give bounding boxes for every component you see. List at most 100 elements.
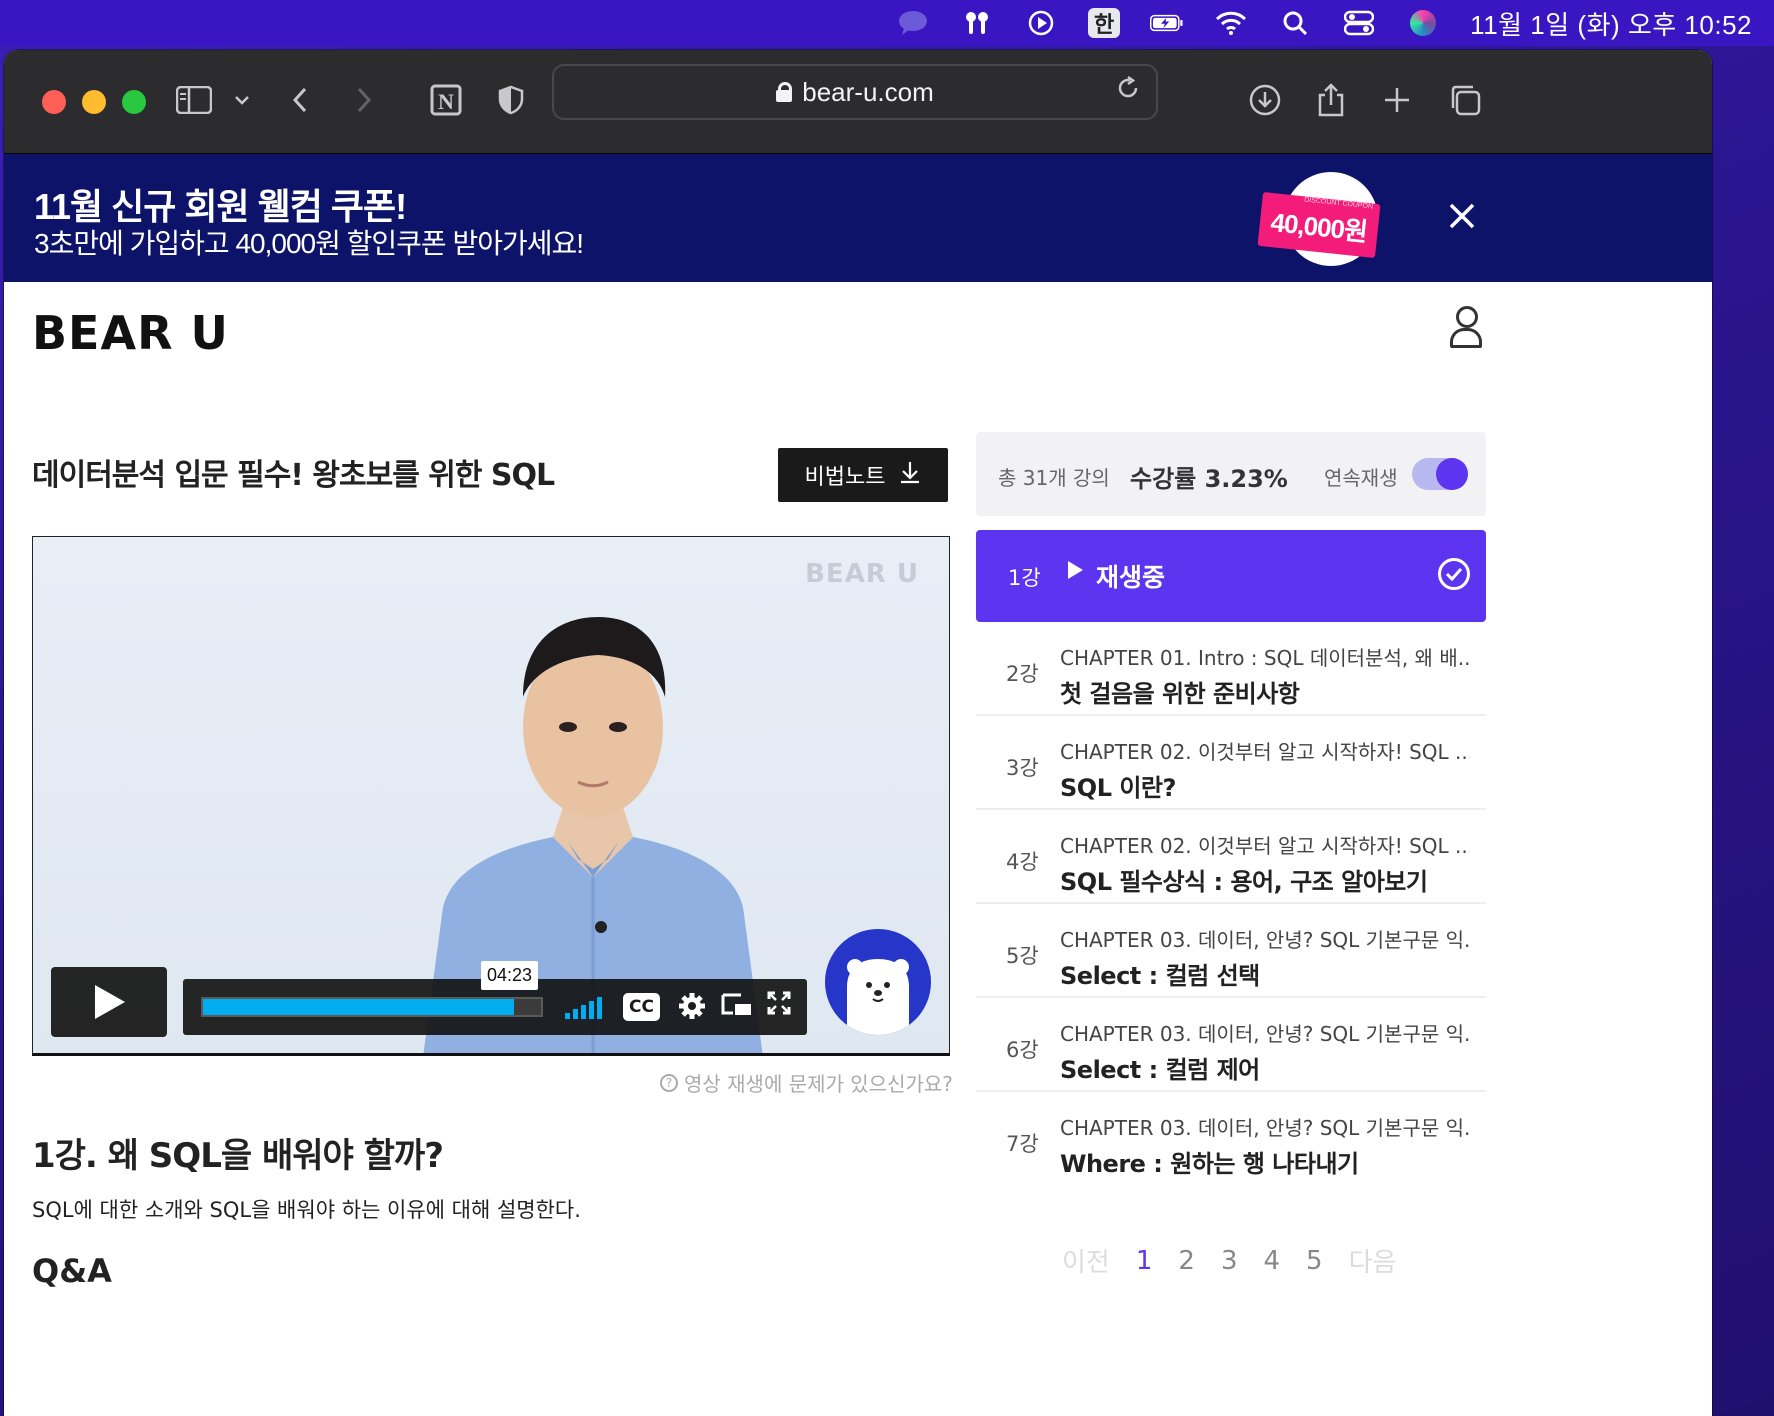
address-bar[interactable]: bear-u.com xyxy=(552,64,1158,120)
lesson-name: SQL 이란? xyxy=(1060,774,1176,802)
lesson-name: SQL 필수상식 : 용어, 구조 알아보기 xyxy=(1060,868,1428,896)
browser-window: N bear-u.com 11월 신규 회원 웰컴 쿠폰! 3초만에 가입하고 … xyxy=(4,50,1712,1416)
playback-issue-link[interactable]: ? 영상 재생에 문제가 있으신가요? xyxy=(660,1068,953,1097)
svg-text:N: N xyxy=(438,89,454,114)
chat-icon[interactable] xyxy=(896,8,930,38)
site-logo[interactable]: BEAR U xyxy=(32,306,229,360)
reload-icon[interactable] xyxy=(1116,75,1140,107)
lesson-chapter: CHAPTER 02. 이것부터 알고 시작하자! SQL ... xyxy=(1060,740,1470,764)
chevron-down-icon[interactable] xyxy=(230,72,254,128)
page-content: BEAR U 데이터분석 입문 필수! 왕초보를 위한 SQL 비법노트 BEA… xyxy=(4,282,1512,1416)
lesson-title: 1강. 왜 SQL을 배워야 할까? xyxy=(32,1136,444,1176)
autoplay-toggle[interactable] xyxy=(1412,458,1468,490)
promo-banner[interactable]: 11월 신규 회원 웰컴 쿠폰! 3초만에 가입하고 40,000원 할인쿠폰 … xyxy=(4,154,1712,282)
lesson-description: SQL에 대한 소개와 SQL을 배워야 하는 이유에 대해 설명한다. xyxy=(32,1198,581,1222)
time-tooltip: 04:23 xyxy=(481,961,539,990)
lesson-number: 7강 xyxy=(1006,1132,1039,1156)
lesson-number: 4강 xyxy=(1006,850,1039,874)
check-icon xyxy=(1438,558,1470,590)
browser-toolbar: N bear-u.com xyxy=(4,50,1712,154)
note-button-label: 비법노트 xyxy=(804,465,886,490)
new-tab-icon[interactable] xyxy=(1382,72,1412,128)
lesson-item[interactable]: 3강 CHAPTER 02. 이것부터 알고 시작하자! SQL ... SQL… xyxy=(976,716,1486,810)
note-download-button[interactable]: 비법노트 xyxy=(778,448,948,502)
lesson-item[interactable]: 2강 CHAPTER 01. Intro : SQL 데이터분석, 왜 배...… xyxy=(976,622,1486,716)
lesson-item[interactable]: 7강 CHAPTER 03. 데이터, 안녕? SQL 기본구문 익... Wh… xyxy=(976,1092,1486,1186)
play-circle-icon[interactable] xyxy=(1024,8,1058,38)
volume-icon[interactable] xyxy=(565,995,602,1019)
shield-icon[interactable] xyxy=(496,72,526,128)
notion-icon[interactable]: N xyxy=(428,72,464,128)
course-title: 데이터분석 입문 필수! 왕초보를 위한 SQL xyxy=(32,458,555,493)
minimize-window-button[interactable] xyxy=(82,90,106,114)
lesson-chapter: CHAPTER 01. Intro : SQL 데이터분석, 왜 배... xyxy=(1060,646,1470,670)
control-center-icon[interactable] xyxy=(1342,8,1376,38)
airpods-icon[interactable] xyxy=(960,8,994,38)
video-watermark: BEAR U xyxy=(805,559,919,589)
siri-icon[interactable] xyxy=(1406,8,1440,38)
lesson-name: Select : 컬럼 선택 xyxy=(1060,962,1260,990)
video-controls: 04:23 CC xyxy=(183,961,807,1035)
play-button[interactable] xyxy=(51,967,167,1037)
tab-overview-icon[interactable] xyxy=(1448,72,1482,128)
pagination-page[interactable]: 5 xyxy=(1306,1246,1323,1276)
sidebar-toggle-icon[interactable] xyxy=(174,72,214,128)
lesson-number: 2강 xyxy=(1006,662,1039,686)
fullscreen-icon[interactable] xyxy=(767,991,791,1022)
pagination: 이전 1 2 3 4 5 다음 xyxy=(1062,1242,1396,1279)
downloads-icon[interactable] xyxy=(1248,72,1282,128)
battery-icon[interactable] xyxy=(1150,8,1184,38)
lesson-number: 5강 xyxy=(1006,944,1039,968)
play-icon xyxy=(95,985,125,1019)
lesson-list: 2강 CHAPTER 01. Intro : SQL 데이터분석, 왜 배...… xyxy=(976,622,1486,1186)
lesson-number: 6강 xyxy=(1006,1038,1039,1062)
pip-icon[interactable] xyxy=(721,991,753,1026)
lesson-name: Select : 컬럼 제어 xyxy=(1060,1056,1260,1084)
settings-icon[interactable] xyxy=(677,991,707,1028)
close-banner-button[interactable] xyxy=(1448,200,1476,236)
lesson-number: 3강 xyxy=(1006,756,1039,780)
pagination-page[interactable]: 1 xyxy=(1136,1246,1153,1276)
banner-subtitle: 3초만에 가입하고 40,000원 할인쿠폰 받아가세요! xyxy=(34,228,584,259)
play-icon xyxy=(1066,560,1084,586)
close-window-button[interactable] xyxy=(42,90,66,114)
user-account-icon[interactable] xyxy=(1448,306,1484,348)
playback-issue-label: 영상 재생에 문제가 있으신가요? xyxy=(684,1072,953,1096)
lesson-item[interactable]: 4강 CHAPTER 02. 이것부터 알고 시작하자! SQL ... SQL… xyxy=(976,810,1486,904)
pagination-page[interactable]: 3 xyxy=(1221,1246,1238,1276)
forward-icon[interactable] xyxy=(352,72,376,128)
lesson-item[interactable]: 5강 CHAPTER 03. 데이터, 안녕? SQL 기본구문 익... Se… xyxy=(976,904,1486,998)
lesson-name: Where : 원하는 행 나타내기 xyxy=(1060,1150,1359,1178)
lesson-item-now-playing[interactable]: 1강 재생중 xyxy=(976,530,1486,622)
video-player[interactable]: BEAR U 04:23 CC xyxy=(32,536,950,1056)
now-playing-label: 재생중 xyxy=(1096,563,1166,592)
pagination-next[interactable]: 다음 xyxy=(1349,1242,1397,1279)
total-lectures: 총 31개 강의 xyxy=(998,466,1110,490)
help-icon: ? xyxy=(660,1073,678,1092)
wifi-icon[interactable] xyxy=(1214,8,1248,38)
captions-icon[interactable]: CC xyxy=(623,993,660,1021)
input-source-indicator[interactable]: 한 xyxy=(1088,8,1121,38)
window-controls xyxy=(42,90,146,114)
pagination-page[interactable]: 2 xyxy=(1178,1246,1195,1276)
url-text: bear-u.com xyxy=(802,76,934,107)
lesson-chapter: CHAPTER 02. 이것부터 알고 시작하자! SQL ... xyxy=(1060,834,1470,858)
download-icon xyxy=(899,460,921,490)
search-icon[interactable] xyxy=(1278,8,1312,38)
lesson-chapter: CHAPTER 03. 데이터, 안녕? SQL 기본구문 익... xyxy=(1060,1116,1470,1140)
close-icon xyxy=(1449,203,1475,229)
completion-rate: 수강률 3.23% xyxy=(1130,465,1288,493)
pagination-prev[interactable]: 이전 xyxy=(1062,1242,1110,1279)
lesson-chapter: CHAPTER 03. 데이터, 안녕? SQL 기본구문 익... xyxy=(1060,928,1470,952)
zoom-window-button[interactable] xyxy=(122,90,146,114)
progress-bar[interactable] xyxy=(201,997,543,1017)
lock-icon xyxy=(776,82,793,102)
share-icon[interactable] xyxy=(1316,72,1346,128)
course-stats: 총 31개 강의 수강률 3.23% 연속재생 xyxy=(976,432,1486,516)
lesson-name: 첫 걸음을 위한 준비사항 xyxy=(1060,680,1300,708)
menu-bar-clock[interactable]: 11월 1일 (화) 오후 10:52 xyxy=(1470,5,1752,42)
pagination-page[interactable]: 4 xyxy=(1263,1246,1280,1276)
back-icon[interactable] xyxy=(288,72,312,128)
lesson-item[interactable]: 6강 CHAPTER 03. 데이터, 안녕? SQL 기본구문 익... Se… xyxy=(976,998,1486,1092)
qa-heading: Q&A xyxy=(32,1252,112,1290)
